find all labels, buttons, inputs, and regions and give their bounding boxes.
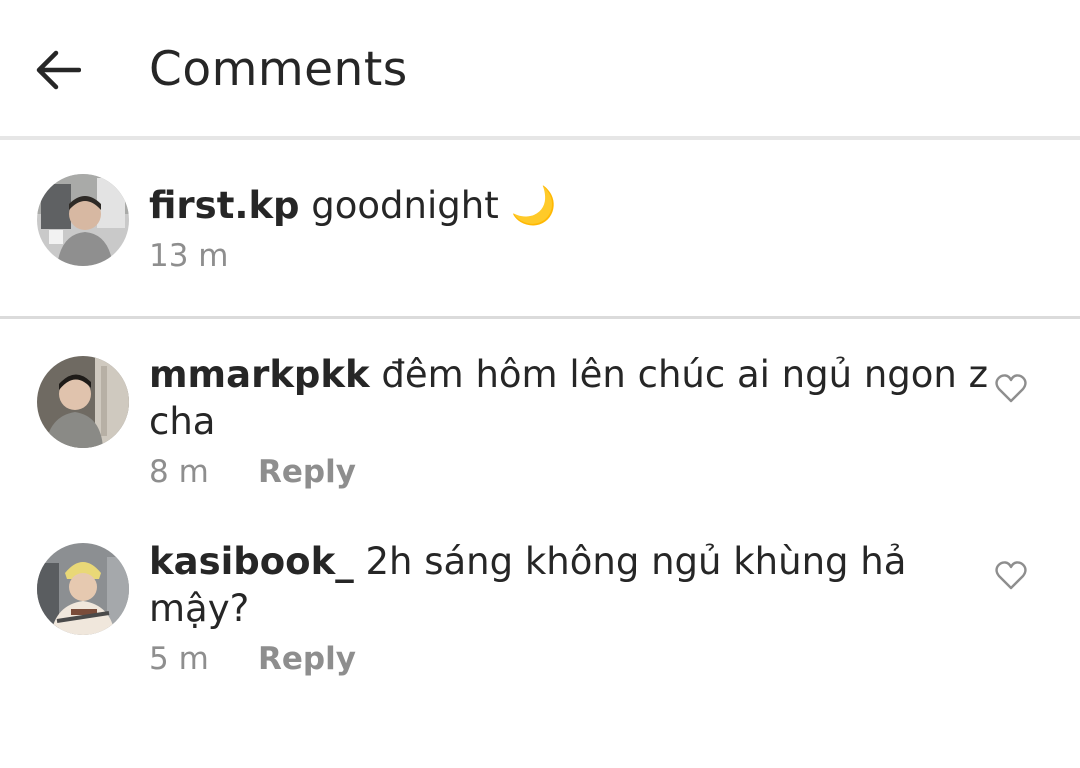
caption-timestamp: 13 m	[149, 238, 229, 274]
avatar[interactable]	[37, 174, 129, 266]
like-button[interactable]	[994, 558, 1028, 592]
reply-button[interactable]: Reply	[258, 639, 356, 679]
avatar[interactable]	[37, 356, 129, 448]
top-app-bar: Comments	[0, 0, 1080, 136]
page-title: Comments	[149, 42, 408, 97]
caption-divider	[0, 316, 1080, 319]
post-caption: first.kp goodnight 🌙 13 m	[0, 140, 1080, 316]
comment-text-line-1: kasibook_ 2h sáng không ngủ khùng hả	[149, 539, 906, 585]
comment-username[interactable]: kasibook_	[149, 540, 354, 583]
reply-button[interactable]: Reply	[258, 452, 356, 492]
comment-timestamp: 5 m	[149, 641, 209, 677]
moon-emoji: 🌙	[510, 184, 557, 227]
comment-timestamp: 8 m	[149, 454, 209, 490]
comment-text-line-2: mậy?	[149, 587, 250, 630]
comment-body: đêm hôm lên chúc ai ngủ ngon z	[381, 353, 989, 396]
back-button[interactable]	[28, 40, 88, 100]
caption-body: goodnight	[311, 184, 499, 227]
comments-screen: Comments first.kp goodnight 🌙 13 m mmark…	[0, 0, 1080, 768]
comment-body: 2h sáng không ngủ khùng hả	[365, 540, 907, 583]
heart-outline-icon	[995, 561, 1027, 590]
arrow-left-icon	[36, 50, 81, 90]
like-button[interactable]	[994, 371, 1028, 405]
heart-outline-icon	[995, 374, 1027, 403]
comment-text-line-2: cha	[149, 400, 216, 443]
comment-text-line-1: mmarkpkk đêm hôm lên chúc ai ngủ ngon z	[149, 352, 988, 398]
caption-username[interactable]: first.kp	[149, 184, 300, 227]
comment-username[interactable]: mmarkpkk	[149, 353, 370, 396]
caption-text: first.kp goodnight 🌙	[149, 183, 557, 229]
avatar[interactable]	[37, 543, 129, 635]
